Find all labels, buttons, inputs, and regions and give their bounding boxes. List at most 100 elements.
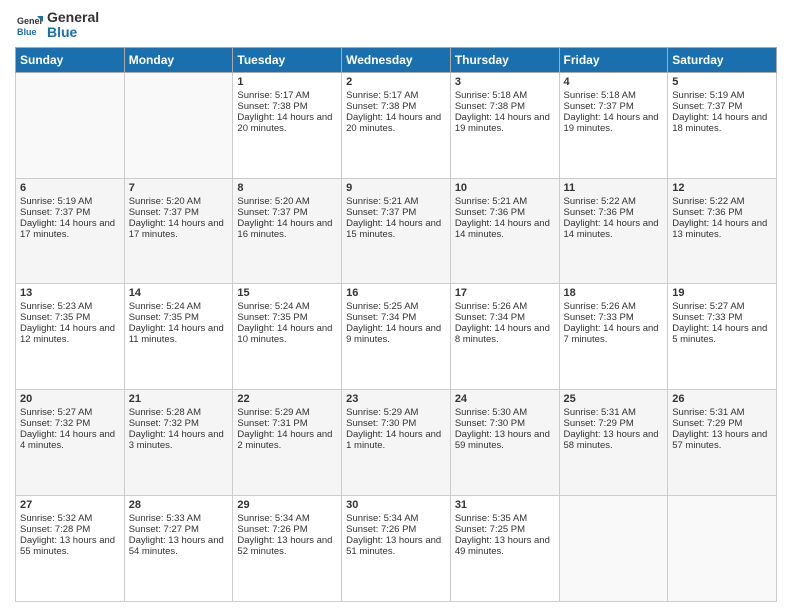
day-info-line: Sunset: 7:28 PM: [20, 524, 120, 535]
svg-text:Blue: Blue: [17, 27, 37, 37]
day-number: 29: [237, 499, 337, 511]
day-info-line: Daylight: 14 hours and 17 minutes.: [129, 218, 229, 240]
day-info-line: Sunrise: 5:24 AM: [237, 301, 337, 312]
calendar-cell: 12Sunrise: 5:22 AMSunset: 7:36 PMDayligh…: [668, 178, 777, 284]
day-info-line: Daylight: 14 hours and 5 minutes.: [672, 323, 772, 345]
day-info-line: Sunset: 7:36 PM: [455, 207, 555, 218]
day-number: 28: [129, 499, 229, 511]
calendar-cell: 24Sunrise: 5:30 AMSunset: 7:30 PMDayligh…: [450, 390, 559, 496]
day-info-line: Sunset: 7:25 PM: [455, 524, 555, 535]
day-info-line: Daylight: 13 hours and 57 minutes.: [672, 429, 772, 451]
calendar-cell: 2 Sunrise: 5:17 AMSunset: 7:38 PMDaylight…: [342, 72, 451, 178]
weekday-header-wednesday: Wednesday: [342, 47, 451, 72]
day-number: 22: [237, 393, 337, 405]
day-info-line: Daylight: 14 hours and 11 minutes.: [129, 323, 229, 345]
calendar-cell: 6Sunrise: 5:19 AMSunset: 7:37 PMDaylight…: [16, 178, 125, 284]
day-info-line: Sunset: 7:37 PM: [20, 207, 120, 218]
day-info-line: Sunrise: 5:30 AM: [455, 407, 555, 418]
calendar-cell: 29 Sunrise: 5:34 AMSunset: 7:26 PMDayligh…: [233, 496, 342, 602]
logo-text: GeneralBlue: [47, 10, 99, 41]
day-info-line: Daylight: 13 hours and 52 minutes.: [237, 535, 337, 557]
day-info-line: Daylight: 14 hours and 19 minutes.: [564, 112, 664, 134]
day-info-line: Sunset: 7:38 PM: [346, 101, 446, 112]
day-info-line: Sunset: 7:33 PM: [564, 312, 664, 323]
day-info-line: Sunrise: 5:32 AM: [20, 513, 120, 524]
day-info-line: Sunset: 7:32 PM: [129, 418, 229, 429]
day-info-line: Sunrise: 5:23 AM: [20, 301, 120, 312]
header: General Blue GeneralBlue: [15, 10, 777, 41]
weekday-header-monday: Monday: [124, 47, 233, 72]
day-number: 26: [672, 393, 772, 405]
logo-blue: Blue: [47, 25, 99, 40]
calendar-cell: [559, 496, 668, 602]
day-info-line: Daylight: 14 hours and 14 minutes.: [564, 218, 664, 240]
day-number: 15: [237, 287, 337, 299]
day-info-line: Daylight: 14 hours and 7 minutes.: [564, 323, 664, 345]
day-info-line: Sunset: 7:26 PM: [237, 524, 337, 535]
logo-icon: General Blue: [15, 11, 43, 39]
calendar-week-1: 1Sunrise: 5:17 AMSunset: 7:38 PMDaylight…: [16, 72, 777, 178]
day-info-line: Daylight: 14 hours and 4 minutes.: [20, 429, 120, 451]
day-info-line: Sunset: 7:35 PM: [129, 312, 229, 323]
day-info-line: Daylight: 14 hours and 20 minutes.: [346, 112, 446, 134]
day-number: 30: [346, 499, 446, 511]
calendar-cell: 1Sunrise: 5:17 AMSunset: 7:38 PMDaylight…: [233, 72, 342, 178]
day-number: 3: [455, 76, 555, 88]
day-info-line: Sunrise: 5:22 AM: [672, 196, 772, 207]
calendar-cell: [668, 496, 777, 602]
day-info-line: Sunset: 7:35 PM: [20, 312, 120, 323]
calendar-cell: [124, 72, 233, 178]
calendar-cell: 22Sunrise: 5:29 AMSunset: 7:31 PMDayligh…: [233, 390, 342, 496]
day-info-line: Daylight: 14 hours and 13 minutes.: [672, 218, 772, 240]
calendar-cell: 28Sunrise: 5:33 AMSunset: 7:27 PMDayligh…: [124, 496, 233, 602]
day-info-line: Sunrise: 5:21 AM: [346, 196, 446, 207]
day-number: 6: [20, 182, 120, 194]
day-number: 13: [20, 287, 120, 299]
calendar-cell: 4Sunrise: 5:18 AMSunset: 7:37 PMDaylight…: [559, 72, 668, 178]
day-info-line: Sunset: 7:32 PM: [20, 418, 120, 429]
day-number: 18: [564, 287, 664, 299]
day-info-line: Sunrise: 5:26 AM: [455, 301, 555, 312]
day-info-line: Sunset: 7:33 PM: [672, 312, 772, 323]
day-info-line: Daylight: 13 hours and 59 minutes.: [455, 429, 555, 451]
calendar-cell: 11Sunrise: 5:22 AMSunset: 7:36 PMDayligh…: [559, 178, 668, 284]
calendar-week-5: 27Sunrise: 5:32 AMSunset: 7:28 PMDayligh…: [16, 496, 777, 602]
day-info-line: Sunset: 7:30 PM: [455, 418, 555, 429]
day-info-line: Sunrise: 5:17 AM: [346, 90, 446, 101]
day-number: 5: [672, 76, 772, 88]
day-number: 27: [20, 499, 120, 511]
day-number: 9: [346, 182, 446, 194]
calendar-cell: 7Sunrise: 5:20 AMSunset: 7:37 PMDaylight…: [124, 178, 233, 284]
day-number: 20: [20, 393, 120, 405]
day-info-line: Sunrise: 5:34 AM: [237, 513, 337, 524]
calendar-cell: 8Sunrise: 5:20 AMSunset: 7:37 PMDaylight…: [233, 178, 342, 284]
day-number: 2: [346, 76, 446, 88]
day-info-line: Sunset: 7:34 PM: [455, 312, 555, 323]
day-info-line: Sunrise: 5:18 AM: [564, 90, 664, 101]
day-info-line: Sunrise: 5:17 AM: [237, 90, 337, 101]
day-number: 25: [564, 393, 664, 405]
calendar-cell: 30Sunrise: 5:34 AMSunset: 7:26 PMDayligh…: [342, 496, 451, 602]
day-number: 21: [129, 393, 229, 405]
weekday-header-sunday: Sunday: [16, 47, 125, 72]
calendar-cell: 23Sunrise: 5:29 AMSunset: 7:30 PMDayligh…: [342, 390, 451, 496]
day-info-line: Daylight: 14 hours and 9 minutes.: [346, 323, 446, 345]
calendar-cell: 19 Sunrise: 5:27 AMSunset: 7:33 PMDayligh…: [668, 284, 777, 390]
day-info-line: Sunset: 7:27 PM: [129, 524, 229, 535]
day-number: 19: [672, 287, 772, 299]
day-info-line: Sunrise: 5:31 AM: [672, 407, 772, 418]
day-info-line: Sunset: 7:30 PM: [346, 418, 446, 429]
day-number: 1: [237, 76, 337, 88]
day-info-line: Sunrise: 5:35 AM: [455, 513, 555, 524]
day-info-line: Sunrise: 5:27 AM: [672, 301, 772, 312]
day-number: 14: [129, 287, 229, 299]
day-info-line: Sunrise: 5:18 AM: [455, 90, 555, 101]
day-number: 17: [455, 287, 555, 299]
calendar-cell: 25Sunrise: 5:31 AMSunset: 7:29 PMDayligh…: [559, 390, 668, 496]
day-info-line: Sunrise: 5:28 AM: [129, 407, 229, 418]
day-info-line: Daylight: 13 hours and 55 minutes.: [20, 535, 120, 557]
day-info-line: Daylight: 14 hours and 3 minutes.: [129, 429, 229, 451]
day-info-line: Sunset: 7:37 PM: [237, 207, 337, 218]
day-info-line: Sunrise: 5:27 AM: [20, 407, 120, 418]
day-number: 23: [346, 393, 446, 405]
